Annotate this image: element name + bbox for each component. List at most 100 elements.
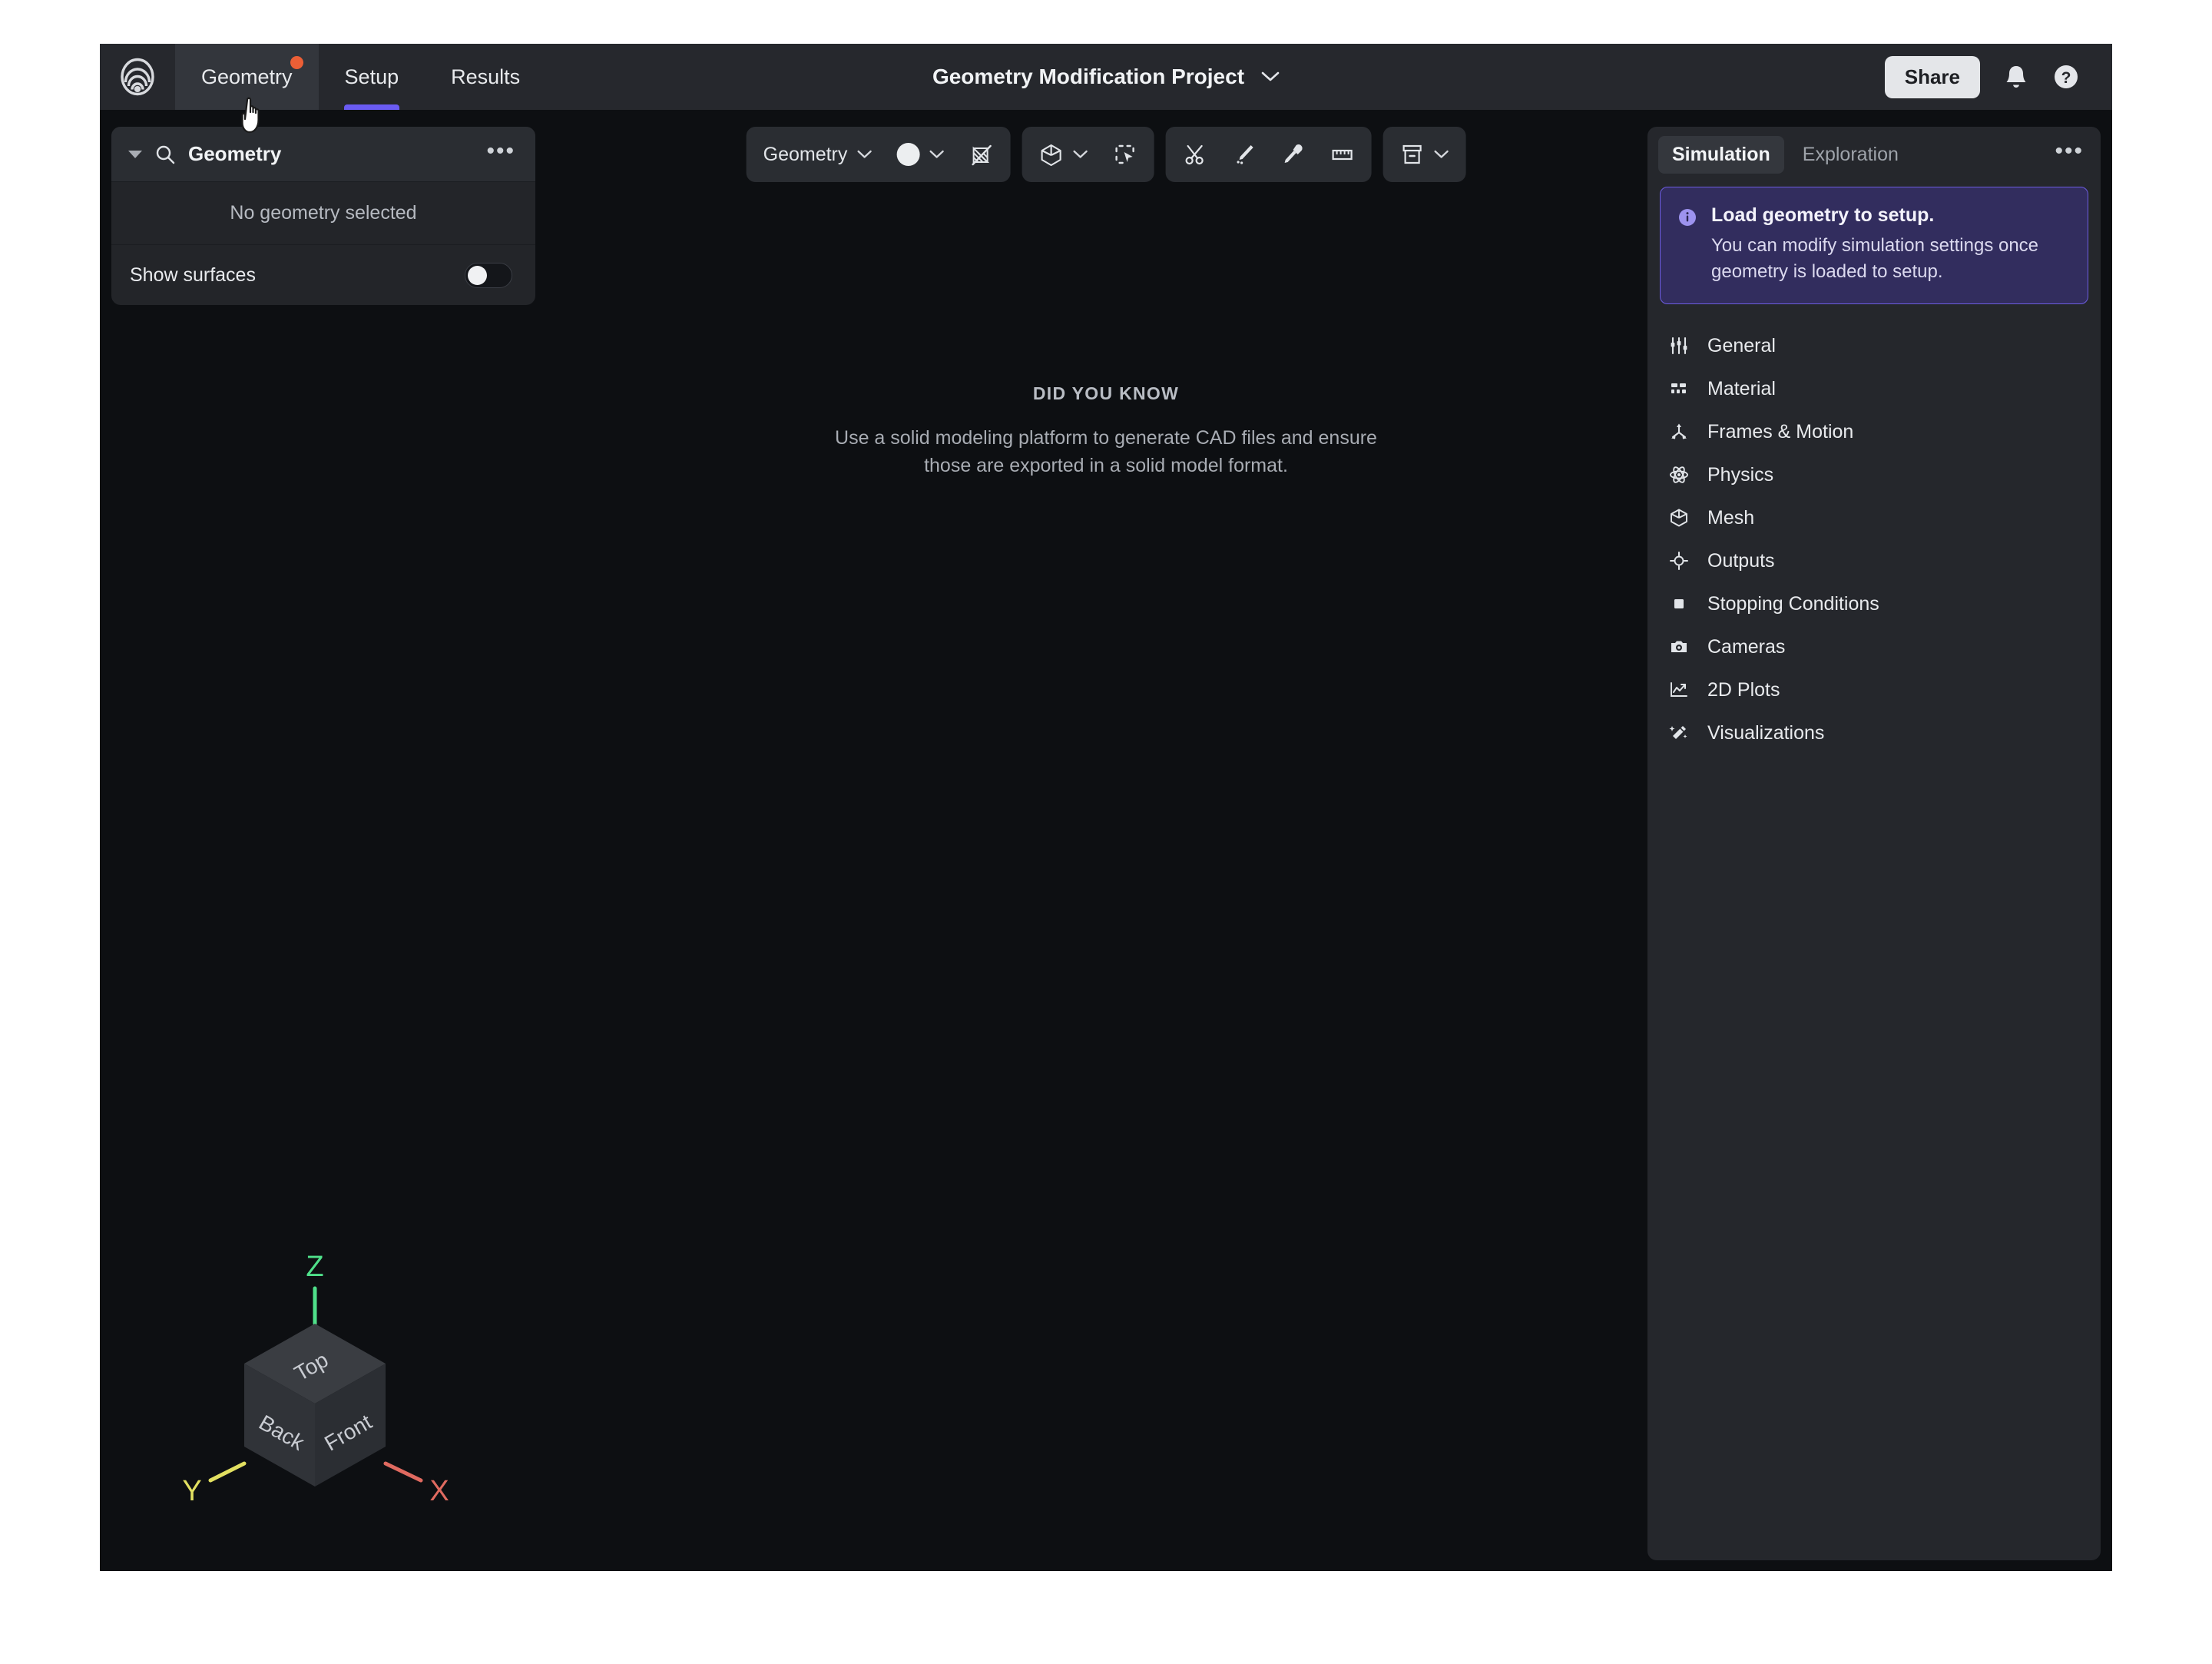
main-tabs: Geometry Setup Results bbox=[175, 44, 546, 110]
orientation-cube[interactable]: Z Y X Top Back Front bbox=[154, 1233, 476, 1525]
measure-tool-button[interactable] bbox=[1317, 133, 1366, 176]
app-header: Geometry Setup Results Geometry Modifica… bbox=[100, 44, 2112, 110]
sidebar-item-label: Visualizations bbox=[1707, 721, 1825, 744]
chevron-down-icon bbox=[929, 150, 944, 158]
ruler-icon bbox=[1332, 149, 1353, 161]
chevron-down-icon bbox=[1261, 71, 1280, 81]
tab-results-label: Results bbox=[451, 65, 521, 88]
sidebar-item-mesh[interactable]: Mesh bbox=[1647, 496, 2101, 539]
app-body: Geometry ••• No geometry selected Show s… bbox=[100, 110, 2112, 1571]
toggle-mesh-button[interactable] bbox=[956, 133, 1005, 176]
hint-kicker: DID YOU KNOW bbox=[1032, 383, 1180, 403]
page-title: Geometry Modification Project bbox=[932, 65, 1245, 88]
help-circle-icon: ? bbox=[2055, 65, 2078, 88]
display-color-dropdown[interactable] bbox=[884, 133, 956, 176]
share-button[interactable]: Share bbox=[1884, 55, 1980, 98]
color-swatch-icon bbox=[896, 143, 920, 166]
eyedropper-icon bbox=[1284, 144, 1303, 163]
target-icon bbox=[1667, 551, 1690, 571]
axes-tripod-icon bbox=[1667, 422, 1690, 442]
toolbar-group-tools bbox=[1165, 127, 1372, 182]
show-surfaces-row: Show surfaces bbox=[111, 245, 535, 305]
sidebar-item-frames-motion[interactable]: Frames & Motion bbox=[1647, 410, 2101, 453]
axis-x-label: X bbox=[429, 1475, 449, 1507]
help-button[interactable]: ? bbox=[2052, 63, 2080, 91]
geometry-badge-dot bbox=[290, 56, 303, 69]
search-icon[interactable] bbox=[154, 144, 176, 165]
settings-panel-more-button[interactable]: ••• bbox=[2055, 140, 2084, 164]
knife-tool-button[interactable] bbox=[1219, 133, 1268, 176]
geometry-mode-dropdown[interactable]: Geometry bbox=[751, 133, 885, 176]
axis-x-line bbox=[383, 1461, 423, 1483]
cut-tool-button[interactable] bbox=[1170, 133, 1219, 176]
geometry-empty-state: No geometry selected bbox=[111, 182, 535, 245]
archive-dropdown[interactable] bbox=[1387, 133, 1461, 176]
banner-text: Load geometry to setup. You can modify s… bbox=[1711, 204, 2071, 285]
tab-setup[interactable]: Setup bbox=[319, 44, 426, 110]
viewport-hint: DID YOU KNOW Use a solid modeling platfo… bbox=[814, 383, 1398, 480]
eyedropper-tool-button[interactable] bbox=[1268, 133, 1317, 176]
sidebar-item-label: Stopping Conditions bbox=[1707, 592, 1879, 615]
orientation-cube-icon: Z Y X Top Back Front bbox=[182, 1251, 449, 1507]
sidebar-item-label: Frames & Motion bbox=[1707, 420, 1854, 443]
viewport-toolbar: Geometry bbox=[746, 127, 1466, 182]
mesh-off-icon bbox=[972, 144, 992, 166]
hint-body: Use a solid modeling platform to generat… bbox=[835, 427, 1377, 477]
show-surfaces-toggle[interactable] bbox=[465, 262, 512, 288]
sidebar-item-physics[interactable]: Physics bbox=[1647, 453, 2101, 496]
notification-bell-button[interactable] bbox=[2003, 63, 2029, 91]
app-logo[interactable] bbox=[100, 44, 175, 110]
geometry-panel-title: Geometry bbox=[188, 142, 282, 165]
sidebar-item-visualizations[interactable]: Visualizations bbox=[1647, 711, 2101, 754]
sidebar-item-label: Physics bbox=[1707, 463, 1774, 486]
active-tab-indicator bbox=[343, 104, 399, 110]
app-window: Geometry Setup Results Geometry Modifica… bbox=[100, 44, 2112, 1571]
axis-y-line bbox=[208, 1461, 247, 1483]
sidebar-item-label: Cameras bbox=[1707, 635, 1786, 658]
sidebar-item-cameras[interactable]: Cameras bbox=[1647, 625, 2101, 668]
toolbar-group-archive bbox=[1382, 127, 1466, 182]
sidebar-item-general[interactable]: General bbox=[1647, 324, 2101, 367]
sidebar-item-stopping-conditions[interactable]: Stopping Conditions bbox=[1647, 582, 2101, 625]
atom-icon bbox=[1667, 465, 1690, 485]
info-circle-icon bbox=[1677, 207, 1697, 285]
line-chart-icon bbox=[1667, 680, 1690, 700]
chevron-down-icon bbox=[857, 150, 872, 158]
render-style-dropdown[interactable] bbox=[1026, 133, 1100, 176]
magic-wand-icon bbox=[1667, 723, 1690, 743]
sidebar-item-label: Material bbox=[1707, 377, 1776, 399]
notification-bell-icon bbox=[2006, 66, 2026, 88]
toolbar-group-display: Geometry bbox=[746, 127, 1011, 182]
settings-panel-tabs: Simulation Exploration ••• bbox=[1647, 127, 2101, 182]
pointing-hand-cursor bbox=[241, 97, 260, 134]
tab-setup-label: Setup bbox=[344, 65, 399, 88]
toolbar-group-view bbox=[1022, 127, 1154, 182]
archive-box-icon bbox=[1402, 144, 1422, 164]
sidebar-item-outputs[interactable]: Outputs bbox=[1647, 539, 2101, 582]
cube-icon bbox=[1041, 144, 1061, 167]
geometry-panel-more-button[interactable]: ••• bbox=[486, 139, 515, 164]
box-select-button[interactable] bbox=[1100, 133, 1149, 176]
geometry-panel-header: Geometry ••• bbox=[111, 127, 535, 182]
material-grid-icon bbox=[1667, 379, 1690, 399]
tab-results[interactable]: Results bbox=[425, 44, 546, 110]
sidebar-item-label: 2D Plots bbox=[1707, 678, 1780, 701]
tab-simulation[interactable]: Simulation bbox=[1658, 135, 1784, 174]
scissors-icon bbox=[1185, 144, 1204, 165]
caret-down-icon[interactable] bbox=[128, 150, 142, 158]
tab-exploration[interactable]: Exploration bbox=[1789, 136, 1912, 174]
load-geometry-banner: Load geometry to setup. You can modify s… bbox=[1660, 187, 2088, 305]
chevron-down-icon bbox=[1434, 150, 1449, 158]
axis-y-label: Y bbox=[182, 1475, 201, 1507]
square-icon bbox=[1667, 594, 1690, 614]
luminary-rings-logo-icon bbox=[121, 58, 154, 96]
settings-menu: General Material Frames & Motion Physics… bbox=[1647, 304, 2101, 754]
project-title-button[interactable]: Geometry Modification Project bbox=[932, 65, 1280, 89]
geometry-panel: Geometry ••• No geometry selected Show s… bbox=[111, 127, 535, 305]
camera-icon bbox=[1667, 637, 1690, 657]
sidebar-item-2d-plots[interactable]: 2D Plots bbox=[1647, 668, 2101, 711]
sidebar-item-material[interactable]: Material bbox=[1647, 367, 2101, 410]
svg-text:?: ? bbox=[2061, 69, 2071, 87]
toggle-knob bbox=[468, 265, 487, 285]
show-surfaces-label: Show surfaces bbox=[130, 264, 256, 286]
